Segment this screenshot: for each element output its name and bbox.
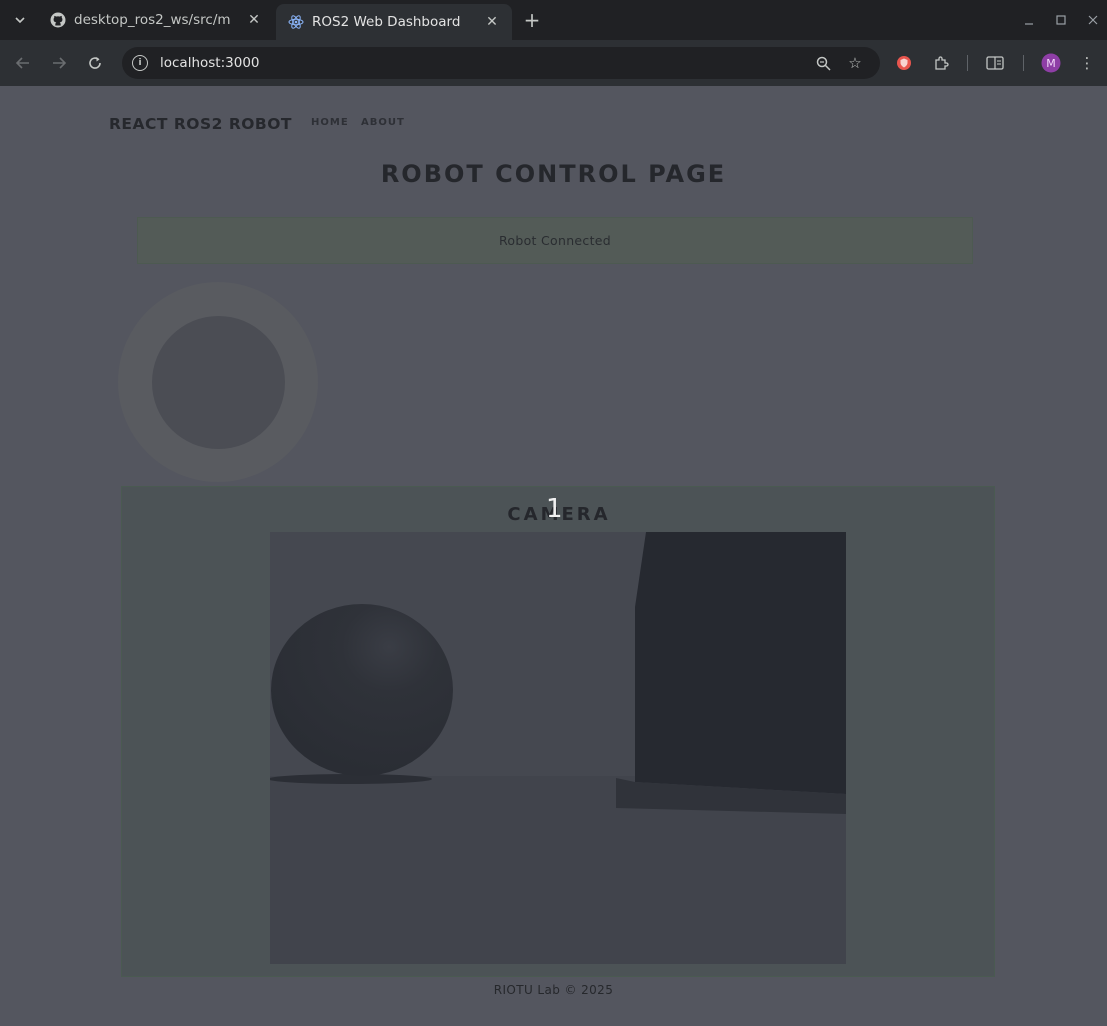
page-title: ROBOT CONTROL PAGE <box>380 160 727 188</box>
close-icon[interactable]: ✕ <box>484 14 500 30</box>
chevron-down-icon <box>15 17 25 24</box>
nav-link-home[interactable]: HOME <box>311 117 349 128</box>
minimize-icon[interactable] <box>1017 8 1041 32</box>
toolbar-divider <box>967 55 968 71</box>
browser-tab-dashboard[interactable]: ROS2 Web Dashboard ✕ <box>276 4 512 40</box>
browser-tab-github[interactable]: desktop_ros2_ws/src/m ✕ <box>38 4 274 36</box>
reading-list-icon[interactable] <box>983 51 1007 75</box>
close-window-icon[interactable] <box>1081 8 1105 32</box>
extension-shield-icon[interactable] <box>892 51 916 75</box>
connection-status-text: Robot Connected <box>498 233 612 248</box>
overlay-marker: 1 <box>546 494 563 524</box>
page-viewport: REACT ROS2 ROBOT HOME ABOUT ROBOT CONTRO… <box>0 86 1107 1026</box>
footer-text: RIOTU Lab © 2025 <box>493 983 614 997</box>
toolbar-divider <box>1023 55 1024 71</box>
address-bar-url[interactable]: localhost:3000 <box>160 55 260 71</box>
back-icon[interactable] <box>11 51 35 75</box>
address-bar[interactable]: i localhost:3000 ☆ <box>122 47 880 79</box>
close-icon[interactable]: ✕ <box>246 12 262 28</box>
tab-title: ROS2 Web Dashboard <box>312 14 461 30</box>
bookmark-star-icon[interactable]: ☆ <box>843 51 867 75</box>
joystick-knob[interactable] <box>152 316 285 449</box>
navbar-brand[interactable]: REACT ROS2 ROBOT <box>109 115 292 133</box>
tab-search-button[interactable] <box>8 8 32 32</box>
menu-kebab-icon[interactable]: ⋮ <box>1075 51 1099 75</box>
tab-title: desktop_ros2_ws/src/m <box>74 12 231 28</box>
site-info-icon[interactable]: i <box>132 55 148 71</box>
nav-link-about[interactable]: ABOUT <box>361 117 405 128</box>
forward-icon[interactable] <box>47 51 71 75</box>
maximize-icon[interactable] <box>1049 8 1073 32</box>
browser-tab-strip: desktop_ros2_ws/src/m ✕ ROS2 Web Dashboa… <box>0 0 1107 40</box>
github-icon <box>50 12 66 28</box>
camera-feed-image <box>270 532 846 964</box>
browser-toolbar: i localhost:3000 ☆ M ⋮ <box>0 40 1107 86</box>
zoom-icon[interactable] <box>811 51 835 75</box>
connection-status-alert: Robot Connected <box>137 217 973 264</box>
profile-avatar-icon[interactable]: M <box>1039 51 1063 75</box>
extensions-puzzle-icon[interactable] <box>929 51 953 75</box>
new-tab-button[interactable]: + <box>520 8 544 32</box>
react-icon <box>288 14 304 30</box>
reload-icon[interactable] <box>83 51 107 75</box>
svg-text:M: M <box>1046 57 1056 70</box>
